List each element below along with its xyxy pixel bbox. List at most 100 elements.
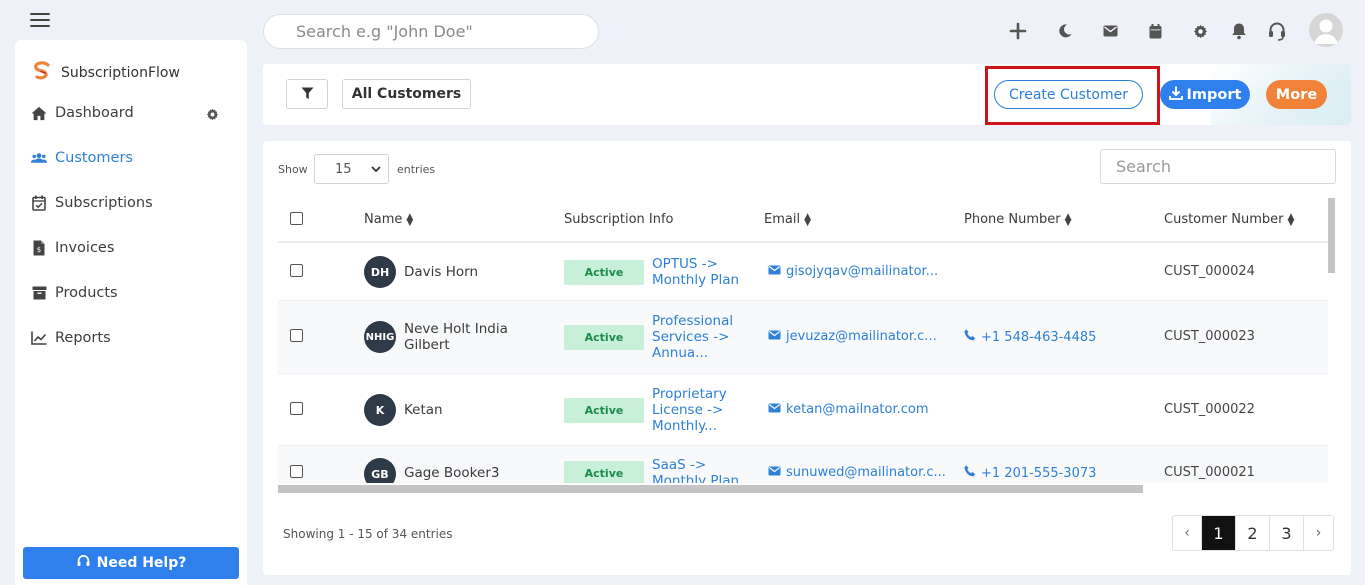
row-checkbox[interactable] xyxy=(290,264,303,277)
sidebar-item-label: Customers xyxy=(55,150,133,166)
sort-icon: ▲ ▼ xyxy=(804,211,811,228)
mail-icon[interactable] xyxy=(1099,20,1121,42)
status-badge: Active xyxy=(564,325,644,350)
row-checkbox[interactable] xyxy=(290,402,303,415)
table-row[interactable]: NHIG Neve Holt India Gilbert Active Prof… xyxy=(278,301,1328,374)
column-header-customer-number[interactable]: Customer Number ▲ ▼ xyxy=(1164,212,1294,227)
brand[interactable]: SubscriptionFlow xyxy=(31,60,180,86)
customer-number: CUST_000022 xyxy=(1164,402,1255,417)
gear-icon[interactable] xyxy=(1189,20,1211,42)
email-link[interactable]: gisojyqav@mailinator... xyxy=(768,264,938,279)
status-badge: Active xyxy=(564,461,644,483)
customers-table: Name ▲ ▼ Subscription Info Email ▲ ▼ Phone… xyxy=(278,198,1328,483)
headset-icon xyxy=(76,554,91,573)
need-help-button[interactable]: Need Help? xyxy=(23,547,239,579)
customer-name[interactable]: Davis Horn xyxy=(404,264,524,280)
phone-link[interactable]: +1 201-555-3073 xyxy=(964,465,1096,481)
table-row[interactable]: DH Davis Horn Active OPTUS -> Monthly Pl… xyxy=(278,243,1328,301)
row-checkbox[interactable] xyxy=(290,329,303,342)
filter-button[interactable] xyxy=(286,79,328,109)
all-customers-view-button[interactable]: All Customers xyxy=(342,79,471,109)
row-checkbox[interactable] xyxy=(290,465,303,478)
sidebar-item-reports[interactable]: Reports xyxy=(31,330,231,346)
column-header-name[interactable]: Name ▲ ▼ xyxy=(364,212,413,227)
avatar: K xyxy=(364,394,396,426)
user-avatar[interactable] xyxy=(1309,13,1343,47)
entries-value: 15 xyxy=(335,161,352,177)
customer-name[interactable]: Gage Booker3 xyxy=(404,465,524,481)
column-header-email[interactable]: Email ▲ ▼ xyxy=(764,212,811,227)
email-link[interactable]: sunuwed@mailinator.c... xyxy=(768,465,946,480)
column-header-phone-number[interactable]: Phone Number ▲ ▼ xyxy=(964,212,1072,227)
sidebar-item-label: Dashboard xyxy=(55,105,134,121)
customer-name[interactable]: Ketan xyxy=(404,402,524,418)
customer-number: CUST_000021 xyxy=(1164,465,1255,480)
show-label: Show xyxy=(278,163,308,176)
subscription-plan-link[interactable]: Proprietary License -> Monthly... xyxy=(652,386,748,434)
email-link[interactable]: ketan@mailnator.com xyxy=(768,402,929,417)
sort-icon: ▲ ▼ xyxy=(1064,211,1072,228)
import-button[interactable]: Import xyxy=(1160,80,1250,109)
sidebar-item-customers[interactable]: Customers xyxy=(31,150,231,166)
avatar: DH xyxy=(364,256,396,288)
create-customer-highlight xyxy=(985,66,1160,125)
vertical-scrollbar[interactable] xyxy=(1328,198,1335,273)
sidebar-item-invoices[interactable]: $ Invoices xyxy=(31,240,231,256)
calendar-icon[interactable] xyxy=(1144,20,1166,42)
bell-icon[interactable] xyxy=(1228,20,1250,42)
chevron-down-icon xyxy=(371,162,381,177)
more-button[interactable]: More xyxy=(1266,80,1327,109)
subscription-plan-link[interactable]: OPTUS -> Monthly Plan xyxy=(652,256,748,288)
entries-label: entries xyxy=(397,163,436,176)
table-search-input[interactable] xyxy=(1100,149,1336,184)
brand-name: SubscriptionFlow xyxy=(61,65,180,81)
avatar: GB xyxy=(364,458,396,483)
sidebar-item-subscriptions[interactable]: Subscriptions xyxy=(31,195,231,211)
sidebar-item-label: Products xyxy=(55,285,118,301)
avatar: NHIG xyxy=(364,321,396,353)
hamburger-menu-icon[interactable] xyxy=(30,13,50,27)
chart-line-icon xyxy=(31,330,47,346)
table-row[interactable]: K Ketan Active Proprietary License -> Mo… xyxy=(278,374,1328,446)
pagination-next-button[interactable]: › xyxy=(1304,516,1333,550)
plus-icon[interactable] xyxy=(1007,20,1029,42)
sort-icon: ▲ ▼ xyxy=(406,211,414,228)
table-row[interactable]: GB Gage Booker3 Active SaaS -> Monthly P… xyxy=(278,446,1328,483)
sidebar-item-dashboard[interactable]: Dashboard xyxy=(31,105,231,121)
svg-text:$: $ xyxy=(37,246,41,254)
subscription-plan-link[interactable]: SaaS -> Monthly Plan xyxy=(652,457,748,483)
users-icon xyxy=(31,150,47,166)
showing-entries-text: Showing 1 - 15 of 34 entries xyxy=(283,527,453,541)
customer-number: CUST_000024 xyxy=(1164,264,1255,279)
import-label: Import xyxy=(1186,86,1242,103)
headset-icon[interactable] xyxy=(1266,20,1288,42)
sidebar-item-label: Invoices xyxy=(55,240,115,256)
select-all-checkbox[interactable] xyxy=(290,212,303,225)
entries-per-page-select[interactable]: 15 xyxy=(314,154,389,184)
envelope-icon xyxy=(768,329,781,344)
pagination: ‹ 1 2 3 › xyxy=(1172,515,1334,551)
phone-link[interactable]: +1 548-463-4485 xyxy=(964,329,1096,345)
global-search-input[interactable] xyxy=(263,14,599,49)
download-icon xyxy=(1168,86,1183,104)
moon-icon[interactable] xyxy=(1054,20,1076,42)
horizontal-scrollbar[interactable] xyxy=(278,485,1143,493)
pagination-prev-button[interactable]: ‹ xyxy=(1173,516,1202,550)
customer-name[interactable]: Neve Holt India Gilbert xyxy=(404,321,524,353)
column-header-subscription-info: Subscription Info xyxy=(564,212,674,227)
email-link[interactable]: jevuzaz@mailinator.c... xyxy=(768,329,937,344)
subscriptionflow-logo-icon xyxy=(31,60,53,86)
home-icon xyxy=(31,105,47,121)
sidebar-item-products[interactable]: Products xyxy=(31,285,231,301)
phone-icon xyxy=(964,329,976,345)
phone-icon xyxy=(964,465,976,481)
filter-icon xyxy=(301,85,314,104)
dashboard-settings-gear-icon[interactable] xyxy=(206,106,219,125)
pagination-page-2[interactable]: 2 xyxy=(1236,516,1270,550)
calendar-check-icon xyxy=(31,195,47,211)
pagination-page-3[interactable]: 3 xyxy=(1270,516,1304,550)
pagination-page-1[interactable]: 1 xyxy=(1202,516,1236,550)
sidebar-item-label: Reports xyxy=(55,330,111,346)
subscription-plan-link[interactable]: Professional Services -> Annua... xyxy=(652,313,748,361)
need-help-label: Need Help? xyxy=(96,555,187,571)
